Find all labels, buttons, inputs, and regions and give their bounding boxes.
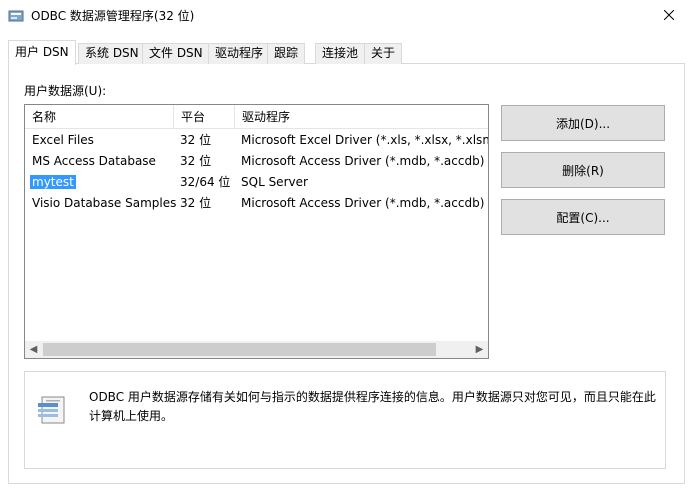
row-platform: 32 位 xyxy=(180,196,212,210)
row-driver: Microsoft Access Driver (*.mdb, *.accdb) xyxy=(241,196,485,210)
data-source-icon xyxy=(36,395,70,425)
column-header-platform[interactable]: 平台 xyxy=(174,105,235,129)
add-button[interactable]: 添加(D)... xyxy=(501,105,665,141)
row-platform: 32 位 xyxy=(180,154,212,168)
table-row[interactable]: MS Access Database 32 位 Microsoft Access… xyxy=(25,151,488,172)
tab-connection-pooling[interactable]: 连接池 xyxy=(315,43,366,64)
tab-tracing[interactable]: 跟踪 xyxy=(267,43,306,64)
tab-drivers[interactable]: 驱动程序 xyxy=(208,43,271,64)
list-header: 名称 平台 驱动程序 xyxy=(25,105,488,129)
scrollbar-thumb[interactable] xyxy=(43,343,436,356)
tab-file-dsn[interactable]: 文件 DSN xyxy=(142,43,210,64)
table-row-selected[interactable]: mytest 32/64 位 SQL Server xyxy=(25,172,488,193)
scroll-left-icon[interactable]: ◀ xyxy=(25,341,42,358)
tab-strip: 用户 DSN 系统 DSN 文件 DSN 驱动程序 跟踪 连接池 关于 xyxy=(8,40,684,65)
row-driver: SQL Server xyxy=(241,175,308,189)
tab-user-dsn[interactable]: 用户 DSN xyxy=(8,40,76,65)
row-name: mytest xyxy=(30,175,76,189)
column-header-driver[interactable]: 驱动程序 xyxy=(235,105,488,129)
row-driver: Microsoft Access Driver (*.mdb, *.accdb) xyxy=(241,154,485,168)
row-name: Excel Files xyxy=(32,133,94,147)
row-driver: Microsoft Excel Driver (*.xls, *.xlsx, *… xyxy=(241,133,488,147)
table-row[interactable]: Visio Database Samples 32 位 Microsoft Ac… xyxy=(25,193,488,214)
info-description: ODBC 用户数据源存储有关如何与指示的数据提供程序连接的信息。用户数据源只对您… xyxy=(89,390,656,423)
data-source-list[interactable]: 名称 平台 驱动程序 Excel Files 32 位 Microsoft Ex… xyxy=(24,104,489,359)
row-platform: 32 位 xyxy=(180,133,212,147)
row-platform: 32/64 位 xyxy=(180,175,231,189)
row-name-cell: mytest xyxy=(30,172,76,193)
window-title: ODBC 数据源管理程序(32 位) xyxy=(31,9,195,23)
close-button[interactable] xyxy=(646,0,692,32)
column-header-name[interactable]: 名称 xyxy=(25,105,174,129)
tab-system-dsn[interactable]: 系统 DSN xyxy=(78,43,146,64)
scroll-right-icon[interactable]: ▶ xyxy=(471,341,488,358)
table-row[interactable]: Excel Files 32 位 Microsoft Excel Driver … xyxy=(25,130,488,151)
configure-button[interactable]: 配置(C)... xyxy=(501,199,665,235)
close-icon xyxy=(663,9,675,23)
title-bar: ODBC 数据源管理程序(32 位) xyxy=(0,0,692,32)
odbc-app-icon xyxy=(8,8,24,24)
remove-button[interactable]: 删除(R) xyxy=(501,152,665,188)
row-name: MS Access Database xyxy=(32,154,156,168)
horizontal-scrollbar[interactable]: ◀ ▶ xyxy=(25,341,488,358)
user-data-sources-label: 用户数据源(U): xyxy=(24,84,107,98)
row-name: Visio Database Samples xyxy=(32,196,177,210)
tab-about[interactable]: 关于 xyxy=(364,43,403,64)
